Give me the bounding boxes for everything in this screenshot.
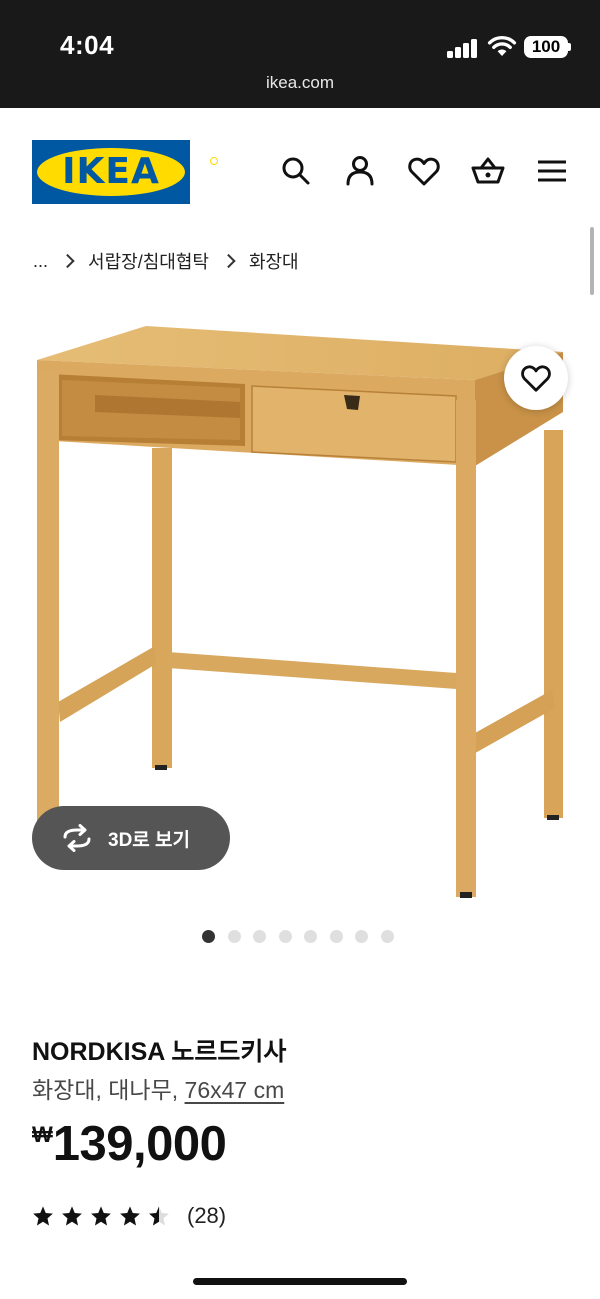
heart-icon <box>521 365 551 392</box>
status-time: 4:04 <box>60 30 115 60</box>
rotate-3d-icon <box>63 824 91 852</box>
breadcrumb: ... 서랍장/침대협탁 화장대 <box>33 248 299 274</box>
battery-nub <box>568 43 571 51</box>
product-rating[interactable]: (28) <box>32 1203 226 1229</box>
star-icon <box>62 1206 82 1226</box>
carousel-dot[interactable] <box>380 930 394 943</box>
chevron-right-icon <box>60 253 75 269</box>
star-icon <box>120 1206 140 1226</box>
price-currency: ₩ <box>32 1122 53 1147</box>
wifi-icon <box>487 35 517 56</box>
breadcrumb-ellipsis[interactable]: ... <box>33 251 48 272</box>
carousel-dot[interactable] <box>253 930 266 943</box>
breadcrumb-item-dressers[interactable]: 서랍장/침대협탁 <box>88 248 209 274</box>
status-bar: 4:04 100 ikea.com <box>0 0 600 108</box>
logo-text: IKEA <box>62 151 160 192</box>
cart-icon[interactable] <box>471 154 505 188</box>
carousel-dot[interactable] <box>202 930 215 943</box>
registered-mark-icon <box>210 157 218 165</box>
carousel-dot[interactable] <box>278 930 292 943</box>
product-size-link[interactable]: 76x47 cm <box>185 1077 285 1103</box>
search-icon[interactable] <box>279 154 313 188</box>
scrollbar[interactable] <box>590 227 594 295</box>
cellular-signal-icon <box>447 38 479 58</box>
profile-icon[interactable] <box>343 154 377 188</box>
price-amount: 139,000 <box>52 1117 227 1171</box>
product-description: 화장대, 대나무, 76x47 cm <box>32 1071 284 1105</box>
star-half-icon <box>149 1206 169 1226</box>
battery-indicator: 100 <box>524 36 568 58</box>
home-indicator[interactable] <box>193 1278 407 1285</box>
chevron-right-icon <box>221 253 236 269</box>
carousel-dot[interactable] <box>227 930 241 943</box>
menu-icon[interactable] <box>535 154 569 188</box>
ikea-logo[interactable]: IKEA <box>32 140 218 204</box>
star-icon <box>33 1206 53 1226</box>
product-price: ₩139,000 <box>32 1116 227 1172</box>
breadcrumb-item-dressing-table[interactable]: 화장대 <box>249 248 299 274</box>
star-icon <box>91 1206 111 1226</box>
heart-icon[interactable] <box>407 154 441 188</box>
url-bar[interactable]: ikea.com <box>0 73 600 93</box>
carousel-dot[interactable] <box>355 930 368 943</box>
carousel-dots <box>202 930 406 943</box>
view-3d-button[interactable]: 3D로 보기 <box>32 806 230 870</box>
product-type: 화장대, 대나무, <box>32 1077 185 1103</box>
product-name: NORDKISA 노르드키사 <box>32 1038 287 1066</box>
carousel-dot[interactable] <box>329 930 343 943</box>
review-count[interactable]: (28) <box>187 1203 226 1229</box>
view-3d-label: 3D로 보기 <box>108 829 191 851</box>
add-to-favorites-button[interactable] <box>504 346 568 410</box>
carousel-dot[interactable] <box>304 930 317 943</box>
